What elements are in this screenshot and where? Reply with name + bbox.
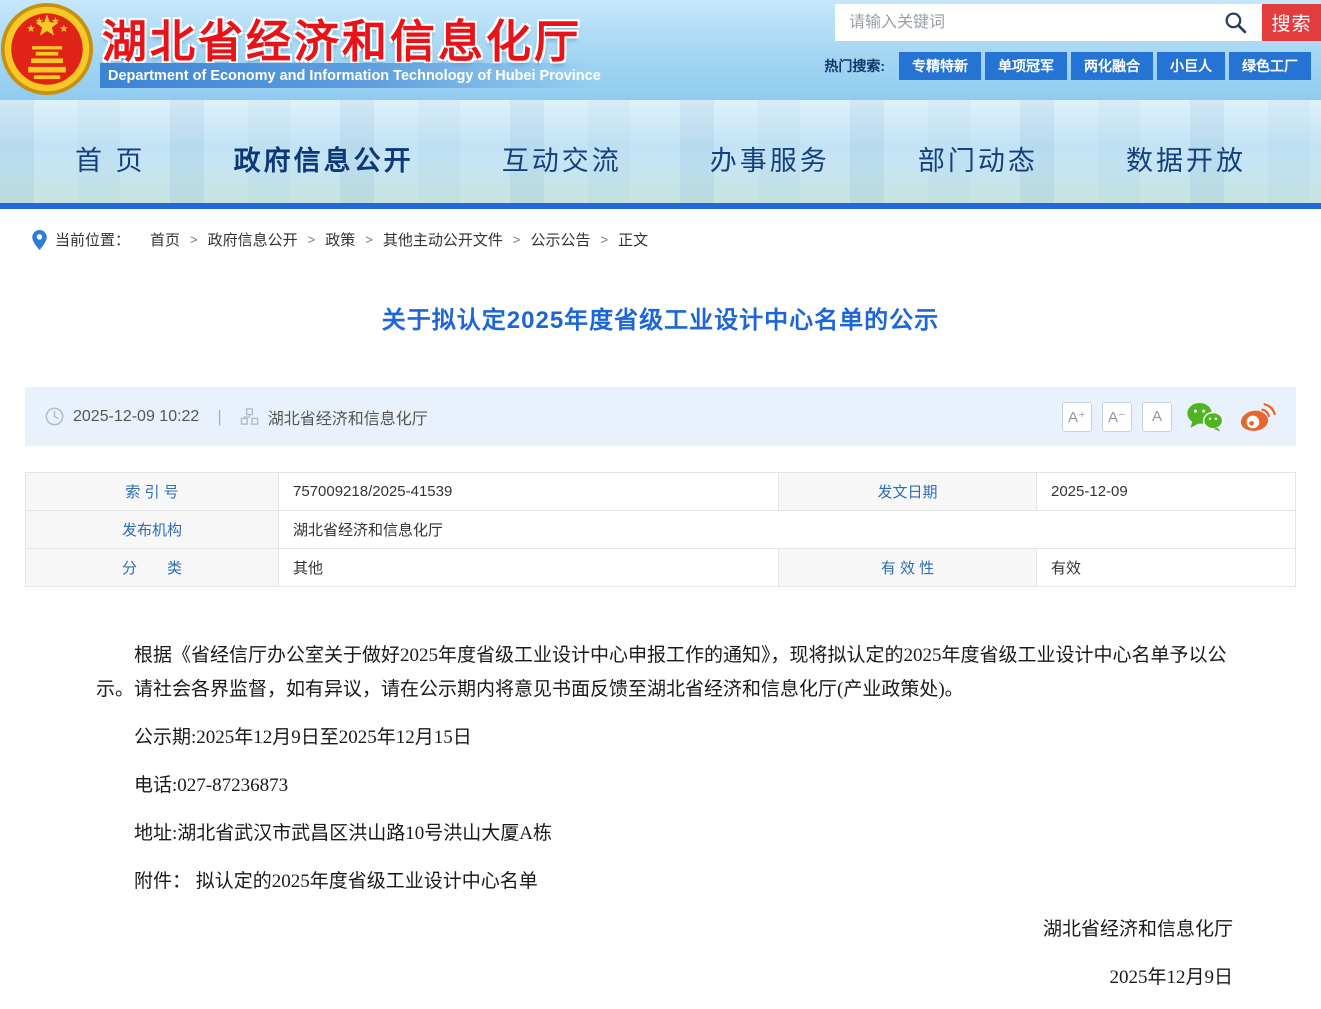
table-row: 发布机构 湖北省经济和信息化厅 <box>25 510 1296 549</box>
article-meta-bar: 2025-12-09 10:22 | 湖北省经济和信息化厅 A⁺ A⁻ A <box>25 387 1296 446</box>
validity-label: 有 效 性 <box>778 548 1037 587</box>
breadcrumb-other-docs[interactable]: 其他主动公开文件 <box>383 229 503 250</box>
national-emblem-icon[interactable]: ★ ★ ★ ★ <box>0 2 94 96</box>
hot-tag-zhuanjingtexin[interactable]: 专精特新 <box>899 52 981 80</box>
hot-tag-lvsegongchang[interactable]: 绿色工厂 <box>1229 52 1311 80</box>
index-number-value: 757009218/2025-41539 <box>278 472 779 511</box>
validity-value: 有效 <box>1036 548 1296 587</box>
font-size-reset-button[interactable]: A <box>1142 401 1172 432</box>
breadcrumb-label: 当前位置： <box>55 232 131 249</box>
sitemap-icon <box>240 408 259 425</box>
main-nav-band: 首 页 政府信息公开 互动交流 办事服务 部门动态 数据开放 <box>0 100 1321 203</box>
site-header: ★ ★ ★ ★ 湖北省经济和信息化厅 Department of Economy… <box>0 0 1321 100</box>
wechat-icon[interactable] <box>1186 401 1224 433</box>
nav-item-home[interactable]: 首 页 <box>75 139 146 178</box>
publisher-label: 发布机构 <box>25 510 279 549</box>
category-label: 分 类 <box>25 548 279 587</box>
body-paragraph-phone: 电话:027-87236873 <box>134 775 289 796</box>
site-title[interactable]: 湖北省经济和信息化厅 <box>102 5 582 70</box>
hot-search-label: 热门搜索: <box>824 58 885 74</box>
nav-item-services[interactable]: 办事服务 <box>710 139 830 178</box>
signature-date: 2025年12月9日 <box>1109 967 1233 988</box>
hot-tag-xiaojuren[interactable]: 小巨人 <box>1157 52 1225 80</box>
site-subtitle: Department of Economy and Information Te… <box>108 67 601 84</box>
nav-item-open-data[interactable]: 数据开放 <box>1126 139 1246 178</box>
site-subtitle-ribbon: Department of Economy and Information Te… <box>100 63 601 88</box>
breadcrumb: 当前位置： 首页 > 政府信息公开 > 政策 > 其他主动公开文件 > 公示公告… <box>0 209 1321 250</box>
table-row: 分 类 其他 有 效 性 有效 <box>25 548 1296 587</box>
nav-item-gov-info[interactable]: 政府信息公开 <box>234 139 414 178</box>
issue-date-value: 2025-12-09 <box>1036 472 1296 511</box>
meta-divider: | <box>217 406 222 426</box>
breadcrumb-policy[interactable]: 政策 <box>325 229 355 250</box>
breadcrumb-announcements[interactable]: 公示公告 <box>530 229 590 250</box>
search-input[interactable] <box>835 4 1262 41</box>
hot-search-row: 热门搜索: 专精特新 单项冠军 两化融合 小巨人 绿色工厂 <box>824 52 1311 80</box>
svg-text:★: ★ <box>35 17 44 28</box>
nav-item-interaction[interactable]: 互动交流 <box>502 139 622 178</box>
breadcrumb-gov-info[interactable]: 政府信息公开 <box>208 229 298 250</box>
location-pin-icon <box>32 229 47 250</box>
breadcrumb-separator: > <box>512 232 521 247</box>
publisher-value: 湖北省经济和信息化厅 <box>278 510 1296 549</box>
document-info-table: 索 引 号 757009218/2025-41539 发文日期 2025-12-… <box>25 472 1296 587</box>
font-size-decrease-button[interactable]: A⁻ <box>1102 401 1132 432</box>
article-body: 根据《省经信厅办公室关于做好2025年度省级工业设计中心申报工作的通知》，现将拟… <box>96 639 1233 995</box>
breadcrumb-separator: > <box>307 232 316 247</box>
nav-item-department-news[interactable]: 部门动态 <box>918 139 1038 178</box>
main-nav: 首 页 政府信息公开 互动交流 办事服务 部门动态 数据开放 <box>0 100 1321 203</box>
weibo-icon[interactable] <box>1238 401 1276 433</box>
svg-text:★: ★ <box>59 24 68 35</box>
breadcrumb-home[interactable]: 首页 <box>150 229 180 250</box>
breadcrumb-separator: > <box>600 232 609 247</box>
search-icon[interactable] <box>1223 10 1248 35</box>
body-paragraph-intro: 根据《省经信厅办公室关于做好2025年度省级工业设计中心申报工作的通知》，现将拟… <box>96 645 1227 700</box>
page-title: 关于拟认定2025年度省级工业设计中心名单的公示 <box>381 307 940 334</box>
hot-tag-danxiangguanjun[interactable]: 单项冠军 <box>985 52 1067 80</box>
publish-source: 湖北省经济和信息化厅 <box>267 410 428 428</box>
signature-org: 湖北省经济和信息化厅 <box>1042 919 1233 940</box>
body-paragraph-address: 地址:湖北省武汉市武昌区洪山路10号洪山大厦A栋 <box>134 823 553 844</box>
body-paragraph-attachment: 附件： 拟认定的2025年度省级工业设计中心名单 <box>134 871 538 892</box>
clock-icon <box>45 407 64 426</box>
breadcrumb-current: 正文 <box>618 232 649 249</box>
search-bar: 搜索 <box>835 4 1321 41</box>
publish-datetime: 2025-12-09 10:22 <box>73 407 200 425</box>
body-paragraph-publicity-period: 公示期:2025年12月9日至2025年12月15日 <box>134 727 472 748</box>
breadcrumb-separator: > <box>190 232 198 247</box>
category-value: 其他 <box>278 548 779 587</box>
table-row: 索 引 号 757009218/2025-41539 发文日期 2025-12-… <box>25 472 1296 511</box>
breadcrumb-separator: > <box>365 232 373 247</box>
hot-tag-lianghuaronghe[interactable]: 两化融合 <box>1071 52 1153 80</box>
font-size-increase-button[interactable]: A⁺ <box>1062 401 1092 432</box>
issue-date-label: 发文日期 <box>778 472 1037 511</box>
search-button[interactable]: 搜索 <box>1262 4 1321 41</box>
index-number-label: 索 引 号 <box>25 472 279 511</box>
